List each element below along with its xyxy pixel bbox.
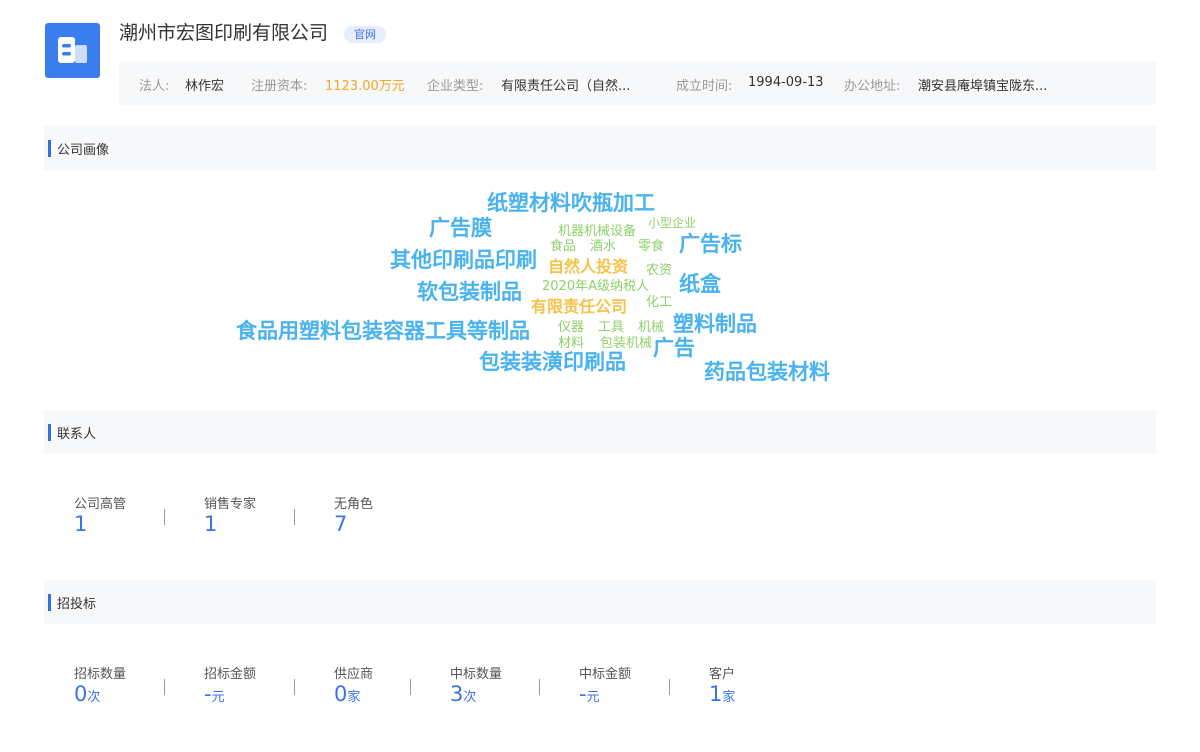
- portrait-tag[interactable]: 机械: [638, 321, 664, 334]
- portrait-tag[interactable]: 塑料制品: [673, 314, 757, 335]
- company-type-value: 有限责任公司（自然...: [501, 79, 631, 94]
- capital-value: 1123.00万元: [325, 79, 405, 94]
- portrait-tag[interactable]: 机器机械设备: [558, 225, 636, 238]
- portrait-tag[interactable]: 农资: [646, 264, 672, 277]
- stat-value[interactable]: 0家: [334, 682, 360, 707]
- portrait-tag[interactable]: 工具: [598, 321, 624, 334]
- stat-number: 0: [334, 682, 348, 706]
- portrait-tag[interactable]: 纸塑材料吹瓶加工: [487, 193, 655, 214]
- stat-value[interactable]: 1家: [709, 682, 735, 707]
- contacts-section-title: 联系人: [57, 427, 97, 442]
- building-icon: [58, 37, 87, 63]
- stat-value[interactable]: -元: [579, 682, 600, 707]
- portrait-tag[interactable]: 广告膜: [429, 218, 492, 239]
- stat-label: 招标金额: [204, 667, 257, 682]
- stat-divider: [410, 679, 411, 695]
- portrait-tag[interactable]: 广告: [653, 338, 695, 359]
- stat-unit: 家: [347, 690, 361, 705]
- stat-value[interactable]: 1: [204, 512, 217, 537]
- stat-label: 供应商: [334, 667, 374, 682]
- company-name: 潮州市宏图印刷有限公司: [119, 22, 329, 44]
- portrait-tag[interactable]: 食品: [550, 240, 576, 253]
- portrait-tag[interactable]: 化工: [646, 296, 672, 309]
- contacts-section-header: 联系人: [44, 410, 1156, 454]
- portrait-tag[interactable]: 2020年A级纳税人: [542, 280, 649, 293]
- portrait-tag[interactable]: 包装机械: [600, 337, 652, 350]
- stat-divider: [539, 679, 540, 695]
- portrait-tag[interactable]: 零食: [638, 240, 664, 253]
- section-accent-bar: [48, 594, 51, 611]
- section-accent-bar: [48, 140, 51, 157]
- stat-unit: 元: [586, 690, 600, 705]
- founded-label: 成立时间:: [676, 79, 733, 94]
- stat-value[interactable]: 0次: [74, 682, 100, 707]
- portrait-section-title: 公司画像: [57, 143, 110, 158]
- portrait-tag[interactable]: 食品用塑料包装容器工具等制品: [236, 321, 530, 342]
- portrait-tag[interactable]: 仪器: [558, 321, 584, 334]
- portrait-tag[interactable]: 自然人投资: [548, 259, 628, 275]
- legal-person-label: 法人:: [139, 79, 170, 94]
- company-logo: [45, 23, 100, 78]
- stat-value[interactable]: 1: [74, 512, 87, 537]
- stat-number: -: [579, 682, 587, 706]
- stat-label: 客户: [709, 667, 736, 682]
- stat-number: 3: [450, 682, 464, 706]
- stat-unit: 次: [463, 690, 477, 705]
- company-type-label: 企业类型:: [427, 79, 484, 94]
- stat-label: 无角色: [334, 497, 374, 512]
- stat-number: 0: [74, 682, 88, 706]
- stat-label: 公司高管: [74, 497, 127, 512]
- stat-unit: 次: [87, 690, 101, 705]
- address-label: 办公地址:: [844, 79, 901, 94]
- section-accent-bar: [48, 424, 51, 441]
- stat-unit: 家: [722, 690, 736, 705]
- bidding-section-header: 招投标: [44, 580, 1156, 624]
- founded-value: 1994-09-13: [748, 75, 824, 90]
- bidding-section-title: 招投标: [57, 597, 97, 612]
- stat-value[interactable]: -元: [204, 682, 225, 707]
- portrait-tag[interactable]: 小型企业: [648, 217, 696, 229]
- portrait-tag[interactable]: 药品包装材料: [704, 362, 830, 383]
- portrait-tag[interactable]: 软包装制品: [417, 282, 522, 303]
- portrait-section-header: 公司画像: [44, 126, 1156, 170]
- capital-label: 注册资本:: [251, 79, 308, 94]
- stat-number: -: [204, 682, 212, 706]
- stat-label: 招标数量: [74, 667, 127, 682]
- portrait-tag[interactable]: 材料: [558, 337, 584, 350]
- address-value: 潮安县庵埠镇宝陇东...: [918, 79, 1048, 94]
- portrait-tag[interactable]: 其他印刷品印刷: [390, 250, 537, 271]
- portrait-tag[interactable]: 包装装潢印刷品: [479, 352, 626, 373]
- portrait-tag[interactable]: 酒水: [590, 240, 616, 253]
- stat-divider: [669, 679, 670, 695]
- stat-unit: 元: [211, 690, 225, 705]
- portrait-word-cloud: 纸塑材料吹瓶加工广告膜 机器机械设备 小型企业食品 酒水 零食 广告标其他印刷品印刷 自然人…: [0, 0, 1200, 752]
- company-info-bar: 法人: 林作宏 注册资本: 1123.00万元 企业类型: 有限责任公司（自然.…: [119, 62, 1156, 105]
- stat-label: 中标数量: [450, 667, 503, 682]
- stat-divider: [164, 509, 165, 525]
- official-site-badge[interactable]: 官网: [344, 26, 386, 43]
- stat-divider: [164, 679, 165, 695]
- portrait-tag[interactable]: 有限责任公司: [531, 299, 627, 315]
- stat-label: 中标金额: [579, 667, 632, 682]
- stat-value[interactable]: 3次: [450, 682, 476, 707]
- portrait-tag[interactable]: 广告标: [679, 234, 742, 255]
- stat-number: 1: [709, 682, 723, 706]
- portrait-tag[interactable]: 纸盒: [679, 274, 721, 295]
- legal-person-value: 林作宏: [185, 79, 225, 94]
- stat-value[interactable]: 7: [334, 512, 347, 537]
- stat-divider: [294, 679, 295, 695]
- stat-divider: [294, 509, 295, 525]
- stat-label: 销售专家: [204, 497, 257, 512]
